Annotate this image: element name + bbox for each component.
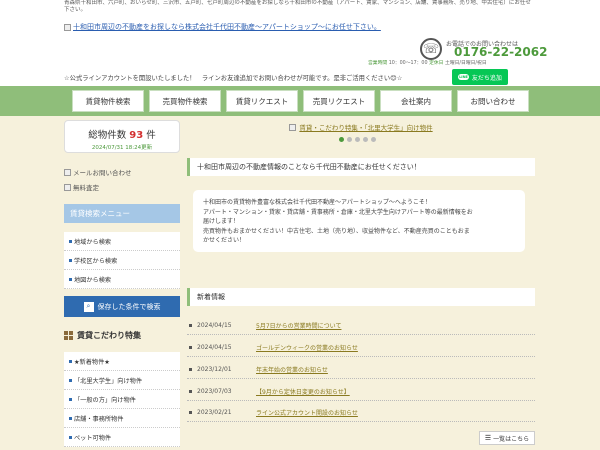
feature-banner-label: 賃貸・こだわり特集・「北里大学生」向け物件 <box>299 124 433 132</box>
mail-inquiry-link[interactable]: メールお問い合わせ <box>64 167 132 177</box>
special-general[interactable]: 「一般の方」向け物件 <box>64 390 180 409</box>
search-by-map[interactable]: 地図から検索 <box>64 270 180 289</box>
rent-search-menu-heading: 賃貸検索メニュー <box>64 204 180 223</box>
welcome-line: かせください！ <box>203 237 246 244</box>
grid-icon <box>64 330 73 340</box>
nav-company[interactable]: 会社案内 <box>380 90 452 112</box>
mail-inquiry-label: メールお問い合わせ <box>73 169 132 177</box>
property-count: 総物件数 93 件 <box>65 127 179 141</box>
holiday-label: 定休日 <box>429 61 444 66</box>
slider-dot[interactable] <box>355 137 360 142</box>
special-new-arrivals[interactable]: ★新着物件★ <box>64 352 180 371</box>
welcome-line: アパート・マンション・貸家・貸店舗・賃事務所・倉庫・北里大学生向けアパート等の最… <box>203 208 473 216</box>
news-date: 2023/12/01 <box>197 365 232 373</box>
property-count-box: 総物件数 93 件 2024/07/31 18:24更新 <box>64 120 180 153</box>
site-logo-alt: 十和田市周辺の不動産をお探しなら株式会社千代田不動産～アパートショップ～にお任せ… <box>73 23 381 31</box>
slider-dot[interactable] <box>363 137 368 142</box>
phone-number[interactable]: 0176-22-2062 <box>454 45 547 59</box>
news-date: 2023/07/03 <box>197 387 232 395</box>
nav-rent-search[interactable]: 賃貸物件検索 <box>72 90 144 112</box>
special-office[interactable]: 店舗・事務所物件 <box>64 409 180 428</box>
nav-sale-search[interactable]: 売買物件検索 <box>149 90 221 112</box>
saved-search-button[interactable]: ⌕ 保存した条件で検索 <box>64 296 180 317</box>
broken-image-icon <box>64 23 71 31</box>
search-icon: ⌕ <box>83 301 94 312</box>
site-logo-link[interactable]: 十和田市周辺の不動産をお探しなら株式会社千代田不動産～アパートショップ～にお任せ… <box>64 22 381 32</box>
line-logo-icon: LINE <box>458 74 469 80</box>
line-add-friend-button[interactable]: LINE 友だち追加 <box>452 69 508 85</box>
count-updated: 2024/07/31 18:24更新 <box>91 145 153 151</box>
news-link[interactable]: 年末年始の営業のお知らせ <box>256 365 328 374</box>
welcome-line: 十和田市の賃貸物件豊富な株式会社千代田不動産～アパートショップ～へようこそ！ <box>203 199 431 206</box>
news-list-label: 一覧はこちら <box>493 435 530 443</box>
news-link[interactable]: 5月7日からの営業時間について <box>256 321 341 330</box>
slider-dot[interactable] <box>347 137 352 142</box>
news-item: 2023/02/21 ライン公式アカウント開設のお知らせ <box>187 403 535 422</box>
header: 青森県十和田市、六戸町、おいらせ町、三沢市、五戸町、七戸町周辺の不動産をお探しな… <box>0 0 600 86</box>
news-date: 2024/04/15 <box>197 343 232 351</box>
holiday-value: 土曜日/日曜日/祝日 <box>445 61 487 66</box>
search-by-area[interactable]: 地域から検索 <box>64 232 180 251</box>
broken-image-icon <box>64 183 71 191</box>
free-estimate-link[interactable]: 無料査定 <box>64 182 99 192</box>
special-feature-heading: 賃貸こだわり特集 <box>64 325 180 345</box>
header-meta-text: 青森県十和田市、六戸町、おいらせ町、三沢市、五戸町、七戸町周辺の不動産をお探しな… <box>64 0 531 13</box>
nav-sale-request[interactable]: 売買リクエスト <box>303 90 375 112</box>
slider-dot[interactable] <box>339 137 344 142</box>
special-heading-label: 賃貸こだわり特集 <box>77 330 141 340</box>
global-nav: 賃貸物件検索 売買物件検索 賃貸リクエスト 売買リクエスト 会社案内 お問い合わ… <box>0 86 600 116</box>
count-label: 総物件数 <box>88 130 127 141</box>
feature-banner[interactable]: 賃貸・こだわり特集・「北里大学生」向け物件 <box>187 120 535 134</box>
special-pet[interactable]: ペット可物件 <box>64 428 180 447</box>
nav-contact[interactable]: お問い合わせ <box>457 90 529 112</box>
news-link[interactable]: ライン公式アカウント開設のお知らせ <box>256 408 358 417</box>
welcome-message: 十和田市の賃貸物件豊富な株式会社千代田不動産～アパートショップ～へようこそ！ ア… <box>193 190 525 252</box>
news-heading: 新着情報 <box>187 288 535 306</box>
saved-search-label: 保存した条件で検索 <box>97 302 161 311</box>
count-unit: 件 <box>146 130 156 141</box>
slider-dots <box>339 137 376 142</box>
slider-dot[interactable] <box>371 137 376 142</box>
free-estimate-label: 無料査定 <box>73 184 99 192</box>
search-by-school[interactable]: 学校区から検索 <box>64 251 180 270</box>
welcome-line: 届けします！ <box>203 218 240 225</box>
hours-value: 10：00～17：00 <box>388 61 428 66</box>
telephone-icon: ☏ <box>420 38 442 60</box>
news-link[interactable]: 【9月から定休日変更のお知らせ】 <box>256 387 350 396</box>
list-icon: ☰ <box>484 434 492 442</box>
news-item: 2023/07/03 【9月から定休日変更のお知らせ】 <box>187 382 535 401</box>
news-date: 2024/04/15 <box>197 321 232 329</box>
news-item: 2024/04/15 5月7日からの営業時間について <box>187 316 535 335</box>
hours-label: 営業時間 <box>368 61 388 66</box>
news-list-button[interactable]: ☰ 一覧はこちら <box>479 431 535 445</box>
line-button-label: 友だち追加 <box>471 74 502 82</box>
news-date: 2023/02/21 <box>197 408 232 416</box>
special-student[interactable]: 「北里大学生」向け物件 <box>64 371 180 390</box>
nav-rent-request[interactable]: 賃貸リクエスト <box>226 90 298 112</box>
welcome-line: 売買物件もおまかせください！中古住宅、土地（売り地）、収益物件など、不動産売買の… <box>203 227 470 235</box>
line-announcement: ☆公式ラインアカウントを開設いたしました！ ラインお友達追加でお問い合わせが可能… <box>64 75 403 82</box>
broken-image-icon <box>289 123 297 131</box>
news-item: 2024/04/15 ゴールデンウィークの営業のお知らせ <box>187 338 535 357</box>
business-hours: 営業時間 10：00～17：00 定休日 土曜日/日曜日/祝日 <box>368 59 487 66</box>
news-link[interactable]: ゴールデンウィークの営業のお知らせ <box>256 343 358 352</box>
broken-image-icon <box>64 168 71 176</box>
welcome-heading: 十和田市周辺の不動産情報のことなら千代田不動産にお任せください！ <box>187 158 535 176</box>
news-item: 2023/12/01 年末年始の営業のお知らせ <box>187 360 535 379</box>
count-number: 93 <box>129 130 144 141</box>
